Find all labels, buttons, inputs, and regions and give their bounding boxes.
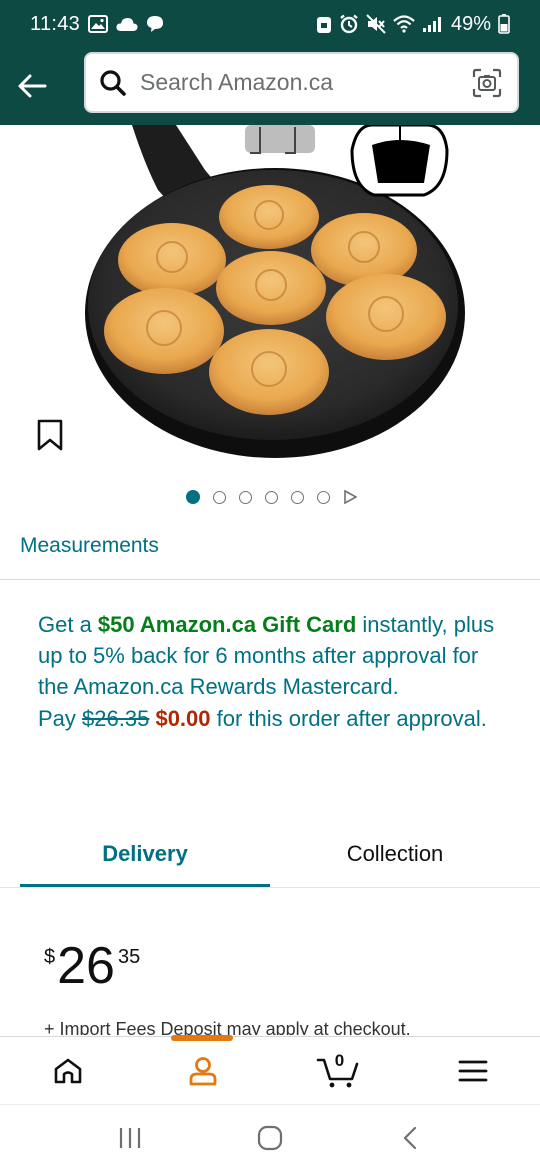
signal-icon: [422, 15, 444, 33]
home-icon: [54, 1058, 81, 1084]
carousel-dot[interactable]: [213, 490, 226, 504]
mute-icon: [366, 14, 386, 34]
system-back-button[interactable]: [380, 1118, 440, 1158]
chevron-left-icon: [403, 1126, 417, 1149]
account-icon: [189, 1057, 216, 1086]
gallery-icon: [88, 15, 109, 33]
back-button[interactable]: [12, 66, 52, 106]
credit-card-promo[interactable]: Get a $50 Amazon.ca Gift Card instantly,…: [38, 609, 508, 734]
bottom-navigation: 0: [0, 1035, 540, 1105]
system-navigation-bar: [0, 1104, 540, 1170]
play-video-icon[interactable]: [343, 490, 357, 504]
carousel-dot[interactable]: [265, 490, 278, 504]
price-fraction: 35: [117, 946, 141, 968]
price-currency: $: [44, 946, 56, 968]
import-fees-note: + Import Fees Deposit may apply at check…: [44, 1019, 411, 1035]
home-circle-icon: [257, 1125, 283, 1150]
nav-account[interactable]: [135, 1035, 270, 1105]
nav-cart[interactable]: 0: [270, 1037, 405, 1105]
measurements-link[interactable]: Measurements: [20, 534, 159, 558]
carousel-dot[interactable]: [186, 490, 200, 504]
fulfillment-tabs: Delivery Collection: [20, 820, 540, 888]
promo-old-price: $26.35: [82, 705, 150, 731]
cloud-icon: [116, 16, 138, 32]
divider: [0, 579, 540, 580]
battery-icon: [498, 14, 510, 34]
recent-apps-icon: [119, 1127, 141, 1148]
menu-icon: [458, 1060, 487, 1082]
nav-menu[interactable]: [405, 1037, 540, 1105]
carousel-dot[interactable]: [317, 490, 330, 504]
tab-collection[interactable]: Collection: [270, 820, 520, 888]
battery-percent: 49%: [450, 12, 491, 35]
status-bar: 11:43 49%: [0, 0, 540, 48]
divider: [0, 887, 540, 888]
wifi-icon: [393, 15, 415, 33]
promo-gift-card: $50 Amazon.ca Gift Card: [97, 612, 357, 637]
recent-apps-button[interactable]: [100, 1118, 160, 1158]
bookmark-icon[interactable]: [36, 418, 64, 452]
carousel-dot[interactable]: [239, 490, 252, 504]
promo-new-price: $0.00: [155, 705, 211, 731]
cart-count-badge: 0: [334, 1051, 345, 1070]
nav-home[interactable]: [0, 1037, 135, 1105]
tab-delivery[interactable]: Delivery: [20, 820, 270, 888]
price-whole: 26: [57, 937, 115, 995]
search-input[interactable]: [140, 69, 471, 96]
active-nav-indicator: [171, 1035, 233, 1041]
alarm-icon: [339, 14, 359, 34]
chat-icon: [146, 15, 164, 33]
magnifier-icon[interactable]: [98, 68, 128, 98]
image-carousel-dots: [0, 487, 540, 507]
product-image[interactable]: [0, 125, 540, 470]
carousel-dot[interactable]: [291, 490, 304, 504]
product-price: $ 26 35: [44, 936, 140, 996]
arrow-left-icon: [18, 74, 47, 98]
lock-icon: [316, 14, 332, 34]
promo-pay-suffix: for this order after approval.: [210, 705, 487, 731]
camera-lens-icon[interactable]: [471, 67, 503, 99]
search-header: [0, 48, 540, 125]
promo-pay-prefix: Pay: [38, 705, 83, 731]
promo-prefix: Get a: [38, 612, 98, 637]
status-time: 11:43: [30, 12, 81, 35]
home-button[interactable]: [240, 1118, 300, 1158]
search-box[interactable]: [84, 52, 519, 113]
